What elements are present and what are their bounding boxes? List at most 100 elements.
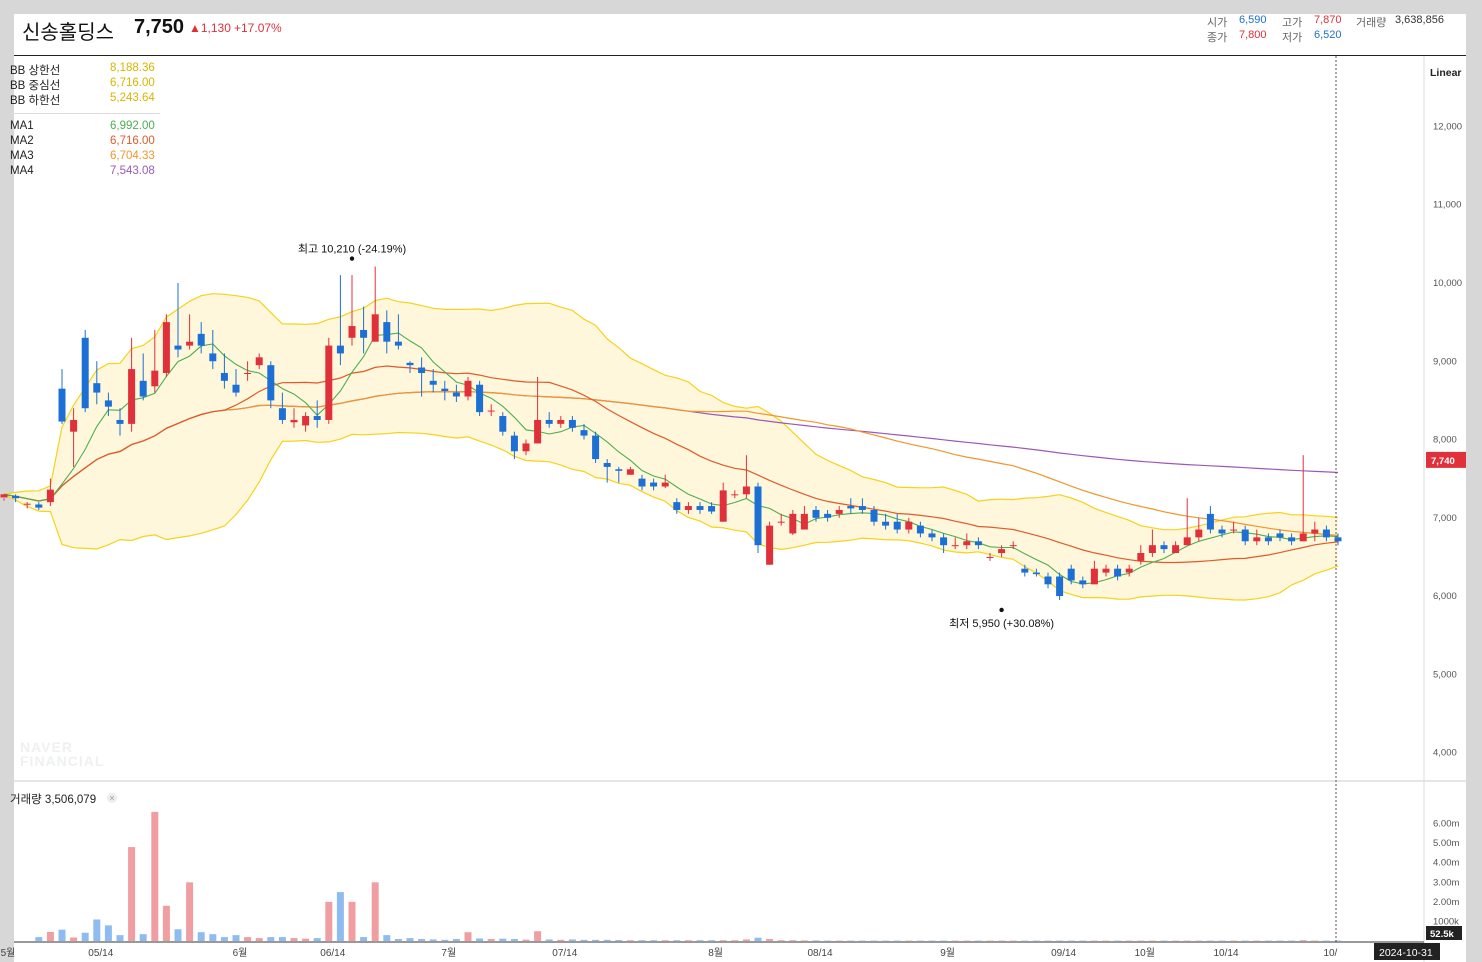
legend-divider	[10, 113, 160, 114]
candle-body	[696, 506, 704, 510]
candle-body	[812, 509, 820, 518]
candle-body	[882, 521, 890, 526]
legend-ma2: MA2 6,716.00	[10, 135, 155, 147]
legend-label: MA4	[10, 165, 34, 177]
candle-body	[847, 506, 855, 509]
candle-body	[835, 509, 843, 514]
close-icon[interactable]: ×	[107, 793, 117, 803]
x-tick-label: 09/14	[1051, 948, 1076, 959]
volume-bar	[754, 937, 762, 941]
candle-body	[464, 380, 472, 397]
candle-body	[499, 416, 507, 432]
price-tick-label: 5,000	[1433, 669, 1457, 680]
volume-bar	[371, 882, 379, 941]
volume-bar	[58, 929, 66, 941]
candle-body	[1021, 568, 1029, 573]
legend-label: MA3	[10, 150, 34, 162]
price-tick-label: 12,000	[1433, 121, 1462, 132]
volume-bar	[603, 939, 611, 941]
candle-body	[197, 333, 205, 346]
candle-body	[371, 314, 379, 342]
candle-body	[1079, 580, 1087, 585]
price-tick-label: 4,000	[1433, 748, 1457, 759]
candle-body	[46, 489, 54, 503]
volume-bar	[418, 939, 426, 941]
high-annotation: 최고 10,210 (-24.19%)	[298, 243, 406, 256]
x-tick-label: 05/14	[88, 948, 113, 959]
candle-body	[592, 435, 600, 460]
volume-bar	[800, 940, 808, 941]
candle-body	[673, 502, 681, 510]
legend-label: BB 상한선	[10, 65, 61, 77]
volume-bar	[220, 937, 228, 941]
volume-bar	[360, 937, 368, 941]
volume-bar	[789, 940, 797, 941]
candle-body	[12, 495, 20, 499]
candle-body	[858, 506, 866, 510]
candle-body	[1044, 576, 1052, 585]
low-annotation: 최저 5,950 (+30.08%)	[949, 617, 1054, 630]
candle-body	[824, 513, 832, 518]
price-tick-label: 8,000	[1433, 435, 1457, 446]
x-tick-label: 8월	[708, 947, 723, 959]
candle-body	[603, 463, 611, 467]
candle-body	[1148, 545, 1156, 554]
price-tick-label: 7,000	[1433, 513, 1457, 524]
candle-body	[615, 469, 623, 471]
candle-body	[1137, 553, 1145, 561]
volume-bar	[522, 939, 530, 941]
volume-bar	[186, 882, 194, 941]
candle-body	[870, 509, 878, 522]
volume-bar	[592, 939, 600, 941]
candle-body	[534, 419, 542, 444]
candle-body	[754, 486, 762, 546]
current-price-label: 7,740	[1431, 456, 1455, 467]
candle-body	[580, 430, 588, 436]
high-marker	[349, 256, 355, 261]
candle-body	[777, 521, 785, 523]
volume-bar	[104, 925, 112, 941]
volume-bar	[278, 937, 286, 941]
volume-bar	[162, 905, 170, 941]
watermark: NAVER FINANCIAL	[20, 740, 104, 768]
volume-bar	[255, 938, 263, 941]
chart-frame: 신송홀딩스 7,750 ▲1,130 +17.07% 시가 6,590 고가 7…	[0, 0, 1482, 962]
volume-bar	[742, 939, 750, 941]
volume-bar	[650, 940, 658, 941]
candle-body	[1276, 533, 1284, 538]
candle-body	[487, 410, 495, 412]
volume-bar	[313, 938, 321, 941]
candle-body	[1206, 513, 1214, 530]
candle-body	[302, 416, 310, 426]
volume-bar	[534, 931, 542, 941]
volume-bar	[696, 940, 704, 941]
volume-bar	[93, 919, 101, 941]
volume-bar	[35, 937, 43, 941]
volume-tick-label: 6.00m	[1433, 819, 1459, 830]
candle-body	[951, 545, 959, 547]
candle-body	[1218, 529, 1226, 534]
volume-indicator-label: 거래량 3,506,079	[10, 794, 97, 806]
legend-ma4: MA4 7,543.08	[10, 165, 155, 177]
scale-mode-toggle[interactable]: Linear	[1430, 67, 1462, 79]
volume-bar	[429, 939, 437, 941]
volume-bar	[244, 937, 252, 941]
candle-body	[70, 419, 78, 432]
volume-bar	[128, 847, 136, 941]
candle-body	[429, 380, 437, 385]
volume-bar	[545, 939, 553, 941]
candle-body	[650, 482, 658, 487]
x-tick-label: 10월	[1135, 947, 1155, 959]
volume-bar	[684, 940, 692, 941]
volume-bar	[406, 938, 414, 941]
price-chart-svg[interactable]: 4,000 5,000 6,000 7,000 8,000 9,000 10,000 11,0…	[0, 0, 1482, 962]
candle-body	[742, 486, 750, 495]
legend-value: 5,243.64	[110, 92, 155, 104]
volume-tick-label: 3.00m	[1433, 877, 1459, 888]
candle-body	[1090, 568, 1098, 585]
volume-bar	[812, 940, 820, 941]
candle-body	[974, 541, 982, 546]
volume-bar	[394, 939, 402, 941]
volume-bar	[197, 932, 205, 941]
candle-body	[766, 525, 774, 565]
